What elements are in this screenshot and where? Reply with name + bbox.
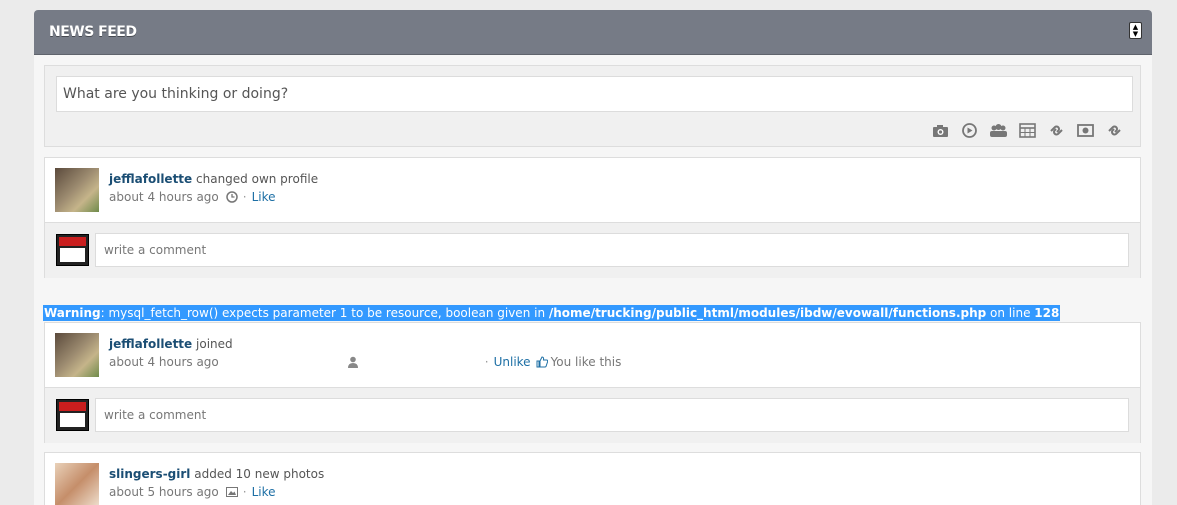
post-headline: slingers-girl added 10 new photos [109, 467, 324, 481]
commenter-avatar [56, 234, 89, 266]
status-composer: What are you thinking or doing? [44, 65, 1141, 147]
warning-message: : mysql_fetch_row() expects parameter 1 … [100, 306, 549, 320]
clock-icon [226, 191, 238, 203]
photo-icon [225, 487, 238, 497]
panel-header: News Feed ▲ ▼ [34, 10, 1152, 55]
composer-toolbar [931, 122, 1124, 138]
warning-line: 128 [1034, 306, 1060, 320]
warning-label: Warning [44, 306, 101, 320]
avatar[interactable] [55, 463, 99, 505]
post-headline: jefflafollette joined [109, 337, 233, 351]
link-icon[interactable] [1047, 122, 1066, 138]
post-body: slingers-girl added 10 new photos about … [45, 453, 1140, 505]
post-headline: jefflafollette changed own profile [109, 172, 318, 186]
post-username[interactable]: jefflafollette [109, 172, 192, 186]
post-meta: about 5 hours ago · Like [109, 485, 276, 499]
you-like-this: You like this [550, 355, 622, 369]
avatar[interactable] [55, 168, 99, 212]
unlike-link[interactable]: Unlike [494, 355, 531, 369]
video-icon[interactable] [960, 122, 979, 138]
comment-input[interactable]: write a comment [95, 233, 1129, 267]
post-time: about 4 hours ago [109, 355, 219, 369]
post-time: about 4 hours ago [109, 190, 219, 204]
separator-dot: · [242, 485, 247, 499]
user-icon [347, 356, 358, 368]
commenter-avatar [56, 399, 89, 431]
camera-icon[interactable] [931, 122, 950, 138]
post-body: jefflafollette joined about 4 hours ago … [45, 323, 1140, 388]
comment-input[interactable]: write a comment [95, 398, 1129, 432]
group-icon[interactable] [989, 122, 1008, 138]
separator-dot: · [484, 355, 489, 369]
link-icon-2[interactable] [1105, 122, 1124, 138]
status-input[interactable]: What are you thinking or doing? [56, 76, 1133, 112]
collapse-toggle-icon[interactable]: ▲ ▼ [1129, 22, 1142, 39]
post-action: added 10 new photos [194, 467, 325, 481]
feed-post: jefflafollette changed own profile about… [44, 157, 1141, 278]
thumbs-up-icon [536, 356, 548, 368]
post-time: about 5 hours ago [109, 485, 219, 499]
comment-row: write a comment [45, 388, 1140, 443]
avatar[interactable] [55, 333, 99, 377]
like-link[interactable]: Like [252, 190, 276, 204]
post-action: changed own profile [196, 172, 319, 186]
money-icon[interactable] [1076, 122, 1095, 138]
post-username[interactable]: jefflafollette [109, 337, 192, 351]
calendar-icon[interactable] [1018, 122, 1037, 138]
post-meta: about 4 hours ago · Like [109, 190, 276, 204]
post-meta: about 4 hours ago · Unlike You like this [109, 355, 629, 369]
post-username[interactable]: slingers-girl [109, 467, 190, 481]
post-action: joined [196, 337, 233, 351]
like-link[interactable]: Like [252, 485, 276, 499]
panel-title: News Feed [49, 24, 137, 40]
warning-line-text: on line [986, 306, 1035, 320]
feed-post: jefflafollette joined about 4 hours ago … [44, 322, 1141, 443]
feed-post: slingers-girl added 10 new photos about … [44, 452, 1141, 505]
comment-row: write a comment [45, 223, 1140, 278]
separator-dot: · [242, 190, 247, 204]
warning-path: /home/trucking/public_html/modules/ibdw/… [548, 306, 987, 320]
post-body: jefflafollette changed own profile about… [45, 158, 1140, 223]
php-warning: Warning: mysql_fetch_row() expects param… [43, 305, 1061, 321]
